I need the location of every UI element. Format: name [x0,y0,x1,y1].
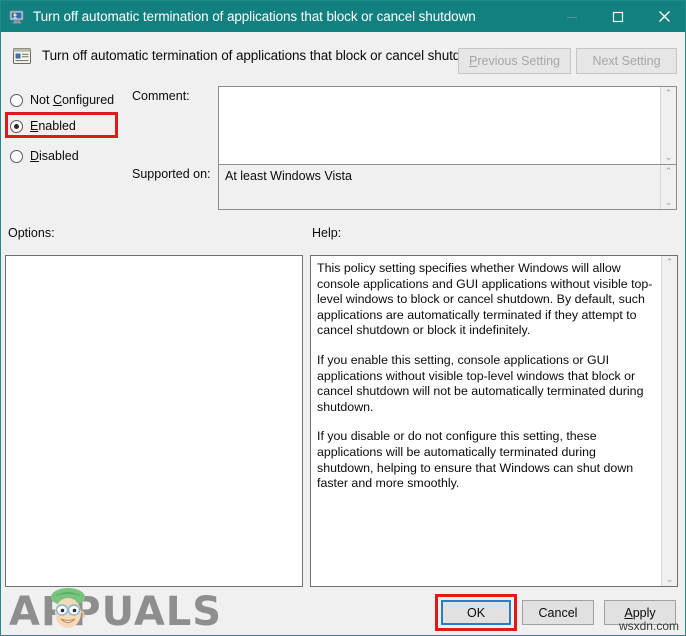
previous-setting-label-rest: revious Setting [477,54,561,68]
supported-on-scrollbar[interactable]: ⌃ ⌄ [660,165,676,209]
ok-button[interactable]: OK [441,600,511,625]
next-setting-button[interactable]: Next Setting [576,48,677,74]
radio-enabled-label: Enabled [30,119,76,133]
help-paragraph: This policy setting specifies whether Wi… [317,261,653,338]
help-paragraph: If you disable or do not configure this … [317,429,634,491]
supported-on-value: At least Windows Vista [219,165,660,209]
radio-not-configured-label: Not Configured [30,93,115,107]
radio-disabled[interactable]: Disabled [10,146,79,166]
monitor-policy-icon [9,9,25,25]
supported-on-label: Supported on: [132,167,211,181]
help-panel: This policy setting specifies whether Wi… [310,255,678,587]
window-controls [549,1,685,32]
comment-scrollbar[interactable]: ⌃ ⌄ [660,87,676,164]
apply-button-label: Apply [624,605,656,620]
comment-value[interactable] [219,87,660,164]
next-setting-label: Next Setting [592,54,661,68]
minimize-button[interactable] [549,1,595,32]
radio-not-configured-indicator[interactable] [10,93,23,107]
scroll-up-icon[interactable]: ⌃ [665,89,673,98]
comment-input[interactable]: ⌃ ⌄ [218,86,677,165]
options-label: Options: [8,226,55,240]
help-label: Help: [312,226,342,240]
comment-label: Comment: [132,89,190,103]
cancel-button[interactable]: Cancel [522,600,594,625]
close-button[interactable] [641,1,685,32]
ok-button-label: OK [466,605,486,620]
wsxdn-watermark: wsxdn.com [618,619,679,633]
window-title: Turn off automatic termination of applic… [33,9,476,24]
scroll-down-icon[interactable]: ⌄ [665,198,673,207]
help-scrollbar[interactable]: ⌃ ⌄ [661,256,677,586]
radio-disabled-label: Disabled [30,149,79,163]
options-panel[interactable] [5,255,303,587]
scroll-down-icon[interactable]: ⌄ [666,575,674,584]
policy-setting-title: Turn off automatic termination of applic… [42,48,485,63]
policy-setting-dialog: Turn off automatic termination of applic… [0,0,686,636]
help-text: This policy setting specifies whether Wi… [311,256,661,586]
radio-disabled-indicator[interactable] [10,149,23,163]
maximize-button[interactable] [595,1,641,32]
radio-not-configured[interactable]: Not Configured [10,90,114,110]
cancel-button-label: Cancel [538,605,578,620]
help-paragraph: If you enable this setting, console appl… [317,352,644,414]
title-bar: Turn off automatic termination of applic… [1,1,685,32]
radio-enabled[interactable]: Enabled [10,116,76,136]
scroll-up-icon[interactable]: ⌃ [665,167,673,176]
group-policy-setting-icon [12,46,32,66]
previous-setting-button[interactable]: Previous Setting [458,48,571,74]
scroll-down-icon[interactable]: ⌄ [665,153,673,162]
radio-enabled-indicator[interactable] [10,119,23,133]
supported-on-field[interactable]: At least Windows Vista ⌃ ⌄ [218,164,677,210]
appuals-watermark: APPUALS [9,587,224,635]
scroll-up-icon[interactable]: ⌃ [666,258,674,267]
